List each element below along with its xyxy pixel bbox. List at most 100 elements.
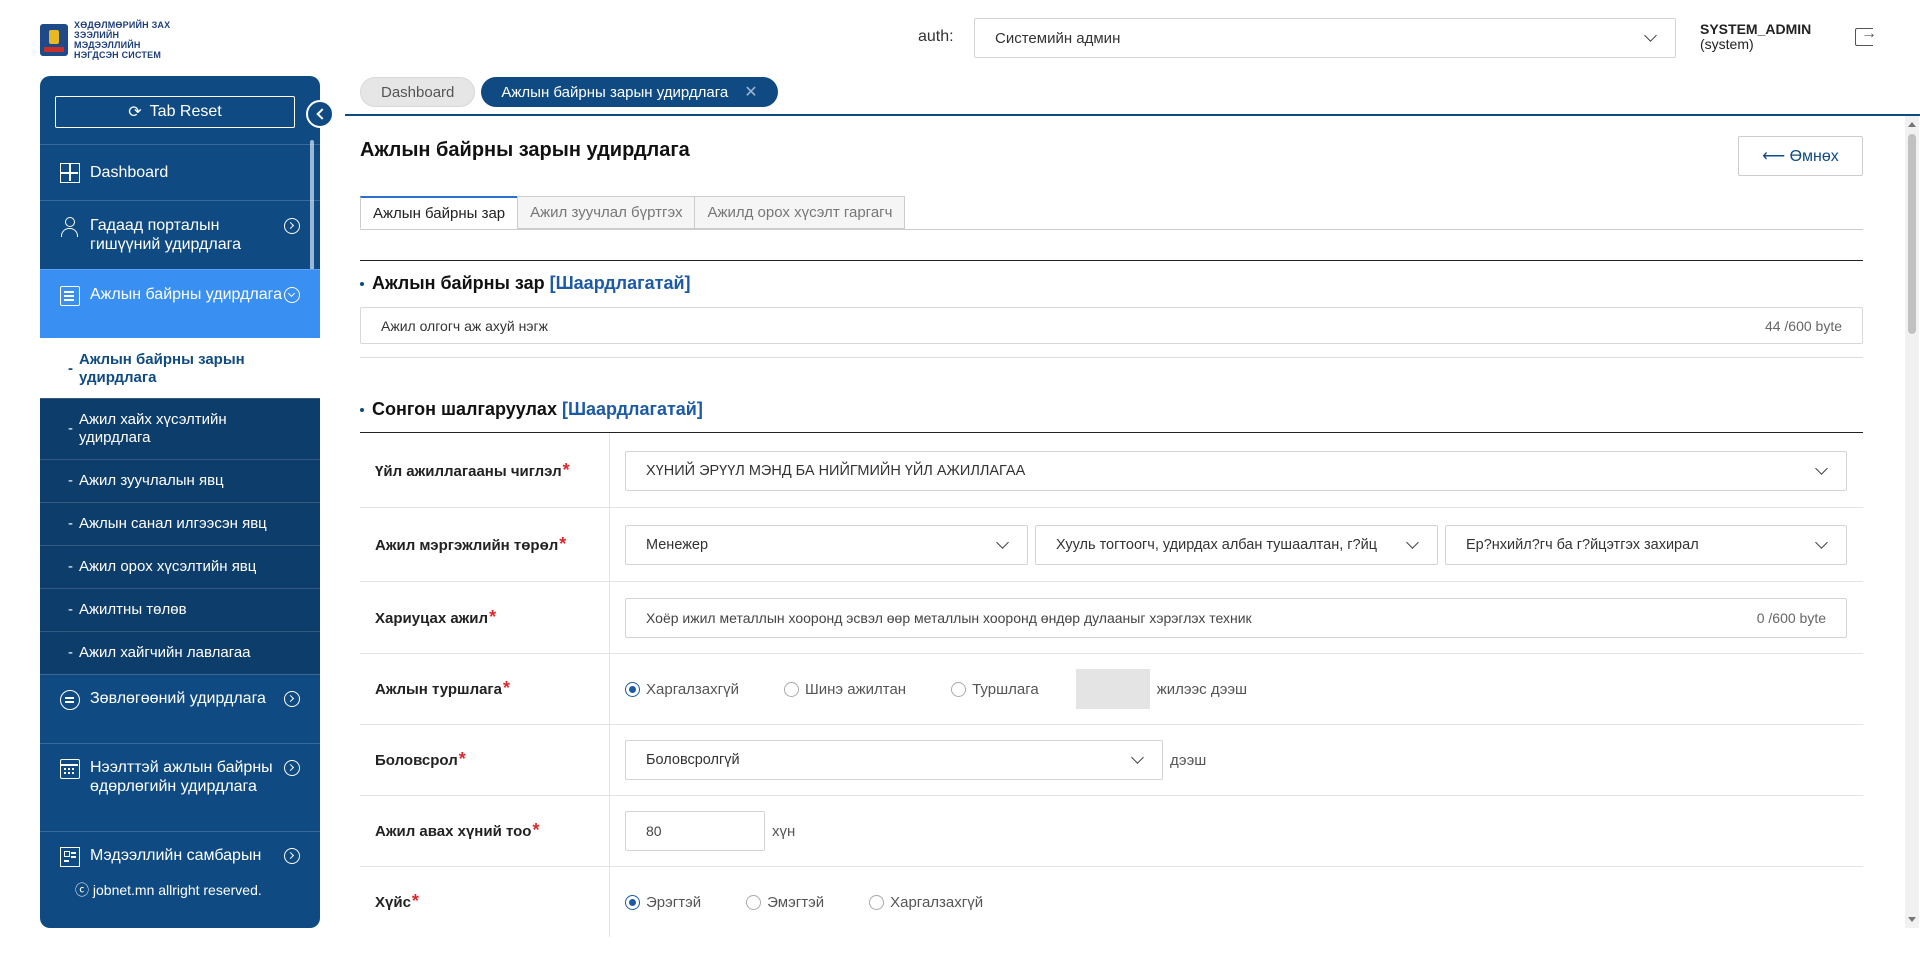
field-value: Харгалзахгүй Шинэ ажилтан Туршлага жилээ… [610, 654, 1863, 724]
radio-gender-male[interactable]: Эрэгтэй [625, 894, 701, 911]
tab-dashboard[interactable]: Dashboard [360, 77, 476, 107]
field-value: 80 хүн [610, 796, 1863, 866]
subitem-bullet: - [68, 472, 73, 489]
back-button[interactable]: ⟵ Өмнөх [1738, 136, 1863, 176]
subitem-bullet: - [68, 644, 73, 661]
sidebar-subitem-mediation-progress[interactable]: - Ажил зуучлалын явц [40, 459, 320, 502]
state-emblem-icon [40, 24, 68, 56]
tab-job-applicants[interactable]: Ажилд орох хүсэлт гаргагч [694, 196, 906, 229]
headcount-input[interactable]: 80 [625, 811, 765, 851]
tabs-divider [345, 114, 1920, 116]
close-icon[interactable]: ✕ [744, 82, 757, 102]
form-row-duty: Хариуцах ажил* Хоёр ижил металлын хоорон… [360, 582, 1863, 654]
required-star: * [489, 606, 497, 627]
profession-select-value: Менежер [646, 536, 709, 553]
selection-form: Үйл ажиллагааны чиглэл* ХҮНИЙ ЭРҮҮЛ МЭНД… [360, 434, 1863, 937]
sidebar-collapse-button[interactable] [306, 100, 334, 128]
chevron-right-icon [284, 848, 300, 864]
open-tabs: Dashboard Ажлын байрны зарын удирдлага ✕ [360, 77, 778, 107]
sidebar-menu: Dashboard Гадаад порталын гишүүний удирд… [40, 144, 320, 881]
experience-years-input[interactable] [1075, 669, 1150, 709]
radio-label: Эрэгтэй [646, 893, 702, 911]
chevron-down-icon [996, 535, 1009, 549]
field-label: Ажил авах хүний тоо* [360, 796, 610, 866]
sidebar-subitem-job-seek-requests[interactable]: - Ажил хайх хүсэлтийн удирдлага [40, 398, 320, 459]
sidebar-submenu-jobs: - Ажлын байрны зарын удирдлага - Ажил хайх… [40, 338, 320, 674]
scroll-up-icon[interactable] [1908, 122, 1916, 127]
scrollbar-thumb[interactable] [1908, 134, 1916, 334]
radio-experience-any[interactable]: Харгалзахгүй [625, 681, 739, 698]
auth-label: auth: [918, 28, 954, 45]
profession-select-3[interactable]: Ер?нхийл?гч ба г?йцэтгэх захирал [1445, 524, 1847, 565]
sidebar-subitem-seeker-reference[interactable]: - Ажил хайгчийн лавлагаа [40, 631, 320, 674]
radio-circle [869, 894, 885, 910]
radio-circle [625, 681, 640, 697]
section-divider [360, 260, 1863, 261]
sidebar-subitem-job-ads[interactable]: - Ажлын байрны зарын удирдлага [40, 338, 320, 398]
profession-select-value: Хууль тогтоогч, удирдах албан тушаалтан,… [1056, 536, 1378, 553]
tab-label: Ажлын байрны зарын удирдлага [501, 83, 729, 101]
education-suffix: дээш [1170, 751, 1207, 769]
byte-counter: 44 /600 byte [1764, 317, 1842, 334]
sidebar-item-jobs[interactable]: Ажлын байрны удирдлага [40, 269, 320, 338]
app-logo[interactable]: ХӨДӨЛМӨРИЙН ЗАХ ЗЭЭЛИЙН МЭДЭЭЛЛИЙН НЭГДС… [40, 20, 184, 60]
sidebar-item-label: Гадаад порталын гишүүний удирдлага [90, 217, 241, 253]
sidebar-subitem-employee-status[interactable]: - Ажилтны төлөв [40, 588, 320, 631]
radio-gender-female[interactable]: Эмэгтэй [746, 894, 824, 911]
sidebar-subitem-application-progress[interactable]: - Ажил орох хүсэлтийн явц [40, 545, 320, 588]
employer-field[interactable]: Ажил олгогч аж ахуй нэгж 44 /600 byte [360, 307, 1863, 344]
required-star: * [532, 820, 540, 840]
field-value: ХҮНИЙ ЭРҮҮЛ МЭНД БА НИЙГМИЙН ҮЙЛ АЖИЛЛАГ… [610, 434, 1863, 507]
tab-register-mediation[interactable]: Ажил зуучлал бүртгэх [517, 196, 696, 229]
page-scrollbar[interactable] [1905, 116, 1919, 928]
sidebar-subitem-label: Ажлын санал илгээсэн явц [79, 515, 267, 532]
chevron-down-icon [1131, 751, 1144, 764]
chevron-down-icon [1644, 29, 1657, 42]
sidebar-item-consultations[interactable]: Зөвлөгөөний удирдлага [40, 674, 320, 743]
bullet-icon [360, 407, 364, 412]
tab-job-ad[interactable]: Ажлын байрны зар [360, 196, 519, 229]
sidebar-item-label: Зөвлөгөөний удирдлага [90, 690, 266, 707]
subitem-bullet: - [68, 558, 73, 575]
tab-job-ads[interactable]: Ажлын байрны зарын удирдлага ✕ [481, 77, 778, 107]
sidebar-subitem-label: Ажил орох хүсэлтийн явц [79, 558, 257, 575]
divider [360, 357, 1863, 358]
logout-icon[interactable] [1855, 25, 1877, 46]
sidebar-item-dashboard[interactable]: Dashboard [40, 144, 320, 200]
field-label-text: Ажил авах хүний тоо [375, 823, 532, 840]
field-label: Хүйс* [360, 867, 610, 937]
sidebar-subitem-offer-progress[interactable]: - Ажлын санал илгээсэн явц [40, 502, 320, 545]
required-star: * [503, 678, 511, 698]
activity-select[interactable]: ХҮНИЙ ЭРҮҮЛ МЭНД БА НИЙГМИЙН ҮЙЛ АЖИЛЛАГ… [625, 450, 1847, 491]
field-value: Хоёр ижил металлын хооронд эсвэл өөр мет… [610, 582, 1863, 653]
radio-circle [625, 894, 640, 910]
radio-experience-new[interactable]: Шинэ ажилтан [784, 681, 906, 698]
radio-label: Туршлага [972, 680, 1039, 698]
profession-select-2[interactable]: Хууль тогтоогч, удирдах албан тушаалтан,… [1035, 524, 1438, 565]
scroll-down-icon[interactable] [1908, 917, 1916, 922]
content-tabs: Ажлын байрны зар Ажил зуучлал бүртгэх Аж… [360, 196, 906, 229]
sidebar-item-label: Ажлын байрны удирдлага [90, 286, 283, 303]
education-select[interactable]: Боловсролгүй [625, 740, 1163, 780]
duty-input[interactable]: Хоёр ижил металлын хооронд эсвэл өөр мет… [625, 597, 1847, 638]
sidebar-item-portal-members[interactable]: Гадаад порталын гишүүний удирдлага [40, 200, 320, 269]
headcount-suffix: хүн [772, 822, 796, 840]
user-name: SYSTEM_ADMIN [1700, 21, 1812, 37]
document-icon [60, 286, 80, 306]
calendar-icon [60, 759, 80, 779]
radio-gender-any[interactable]: Харгалзахгүй [869, 894, 983, 911]
field-label-text: Хариуцах ажил [375, 609, 489, 627]
field-value: Боловсролгүй дээш [610, 725, 1863, 795]
sidebar-subitem-label: Ажил хайгчийн лавлагаа [79, 644, 251, 661]
chevron-down-icon [284, 287, 300, 303]
profession-select-1[interactable]: Менежер [625, 524, 1028, 565]
section-title-text: Ажлын байрны зар [372, 273, 545, 293]
sidebar-item-info-board[interactable]: Мэдээллийн самбарын [40, 831, 320, 881]
tab-reset-button[interactable]: ⟳ Tab Reset [55, 96, 295, 128]
sidebar-item-label: Dashboard [90, 164, 169, 181]
radio-experience-years[interactable]: Туршлага [951, 681, 1039, 698]
auth-select[interactable]: Системийн админ [974, 18, 1676, 58]
form-row-headcount: Ажил авах хүний тоо* 80 хүн [360, 796, 1863, 867]
radio-label: Харгалзахгүй [646, 680, 739, 698]
sidebar-item-open-job-days[interactable]: Нээлттэй ажлын байрны өдөрлөгийн удирдла… [40, 743, 320, 831]
